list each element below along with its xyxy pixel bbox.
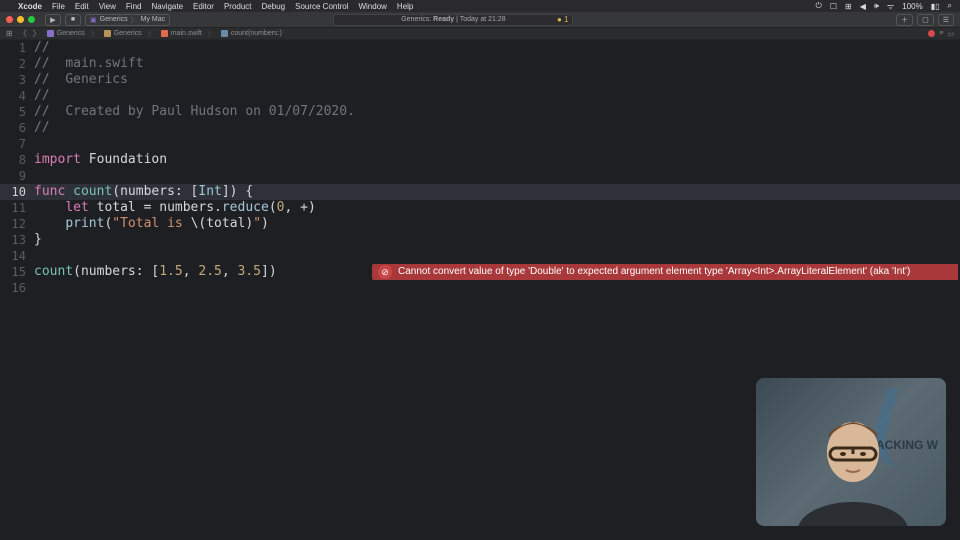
status-icon-2: ☐ (830, 2, 837, 11)
inspectors-button[interactable]: ☰ (938, 14, 954, 26)
menu-view[interactable]: View (99, 2, 116, 11)
crumb-folder[interactable]: Generics (104, 30, 142, 37)
line-number: 10 (0, 184, 34, 200)
error-message: Cannot convert value of type 'Double' to… (398, 264, 910, 280)
menu-help[interactable]: Help (397, 2, 413, 11)
line-number: 2 (0, 56, 34, 72)
status-icon-3: ⊞ (845, 2, 852, 11)
crumb-symbol[interactable]: count(numbers:) (221, 30, 282, 37)
menu-edit[interactable]: Edit (75, 2, 89, 11)
line-number: 11 (0, 200, 34, 216)
xcode-toolbar: ▶ ■ ▣ Generics 〉 My Mac Generics: Ready … (0, 12, 960, 28)
swift-file-icon (161, 30, 168, 37)
source-editor[interactable]: 1// 2// main.swift 3// Generics 4// 5// … (0, 40, 960, 296)
error-icon: ⊘ (378, 265, 392, 279)
line-number: 14 (0, 248, 34, 264)
window-controls[interactable] (6, 16, 35, 23)
library-button[interactable]: ▢ (917, 14, 934, 26)
volume-icon[interactable]: 🕪 (874, 1, 879, 11)
close-icon[interactable] (6, 16, 13, 23)
status-icon-4: ◀ (860, 2, 866, 11)
line-number: 8 (0, 152, 34, 168)
activity-status[interactable]: Generics: Ready | Today at 21:28 ● 1 (333, 14, 573, 26)
wifi-icon[interactable]: ᯤ (887, 1, 894, 12)
app-name[interactable]: Xcode (18, 2, 42, 11)
jump-bar: ⊞ 〈 〉 Generics〉 Generics〉 main.swift〉 co… (0, 28, 960, 40)
status-text-suffix: | Today at 21:28 (456, 16, 506, 23)
line-number: 16 (0, 280, 34, 296)
macos-menubar: Xcode File Edit View Find Navigate Edito… (0, 0, 960, 12)
line-number: 4 (0, 88, 34, 104)
back-button[interactable]: 〈 (19, 28, 27, 39)
scheme-selector[interactable]: ▣ Generics 〉 My Mac (85, 14, 170, 26)
presenter-figure (788, 400, 918, 526)
menu-navigate[interactable]: Navigate (151, 2, 183, 11)
line-number: 13 (0, 232, 34, 248)
menu-source-control[interactable]: Source Control (295, 2, 348, 11)
menu-find[interactable]: Find (126, 2, 142, 11)
inline-error-banner[interactable]: ⊘ Cannot convert value of type 'Double' … (372, 264, 958, 280)
status-text-bold: Ready (433, 16, 454, 23)
battery-pct: 100% (902, 2, 922, 11)
destination-label: My Mac (141, 16, 166, 23)
menu-debug[interactable]: Debug (262, 2, 286, 11)
status-icon-1: ⏻ (816, 1, 822, 11)
scheme-label: Generics (100, 16, 128, 23)
line-number: 3 (0, 72, 34, 88)
menu-product[interactable]: Product (224, 2, 252, 11)
folder-icon (104, 30, 111, 37)
add-button[interactable]: ＋ (896, 14, 913, 26)
battery-icon: ▮▯ (931, 2, 940, 11)
forward-button[interactable]: 〉 (33, 28, 41, 39)
line-number: 15 (0, 264, 34, 280)
menu-file[interactable]: File (52, 2, 65, 11)
crumb-file[interactable]: main.swift (161, 30, 202, 37)
line-number: 7 (0, 136, 34, 152)
line-number: 12 (0, 216, 34, 232)
search-icon[interactable]: ⌕ (948, 1, 952, 11)
line-number: 5 (0, 104, 34, 120)
menu-window[interactable]: Window (358, 2, 386, 11)
line-number: 1 (0, 40, 34, 56)
menu-editor[interactable]: Editor (193, 2, 214, 11)
run-button[interactable]: ▶ (45, 14, 61, 26)
editor-options-icon[interactable]: ▭ (947, 30, 954, 38)
nav-toggle-icon[interactable]: ⊞ (6, 29, 13, 38)
webcam-overlay: HACKING W (756, 378, 946, 526)
status-text-prefix: Generics: (401, 16, 431, 23)
crumb-project[interactable]: Generics (47, 30, 85, 37)
line-number: 6 (0, 120, 34, 136)
minimap-icon[interactable]: ≡ (939, 30, 943, 37)
function-icon (221, 30, 228, 37)
error-indicator[interactable]: ● 1 (557, 15, 569, 24)
stop-button[interactable]: ■ (65, 14, 81, 26)
line-number: 9 (0, 168, 34, 184)
zoom-icon[interactable] (28, 16, 35, 23)
code-text: // (34, 40, 50, 56)
error-badge[interactable] (928, 30, 935, 37)
minimize-icon[interactable] (17, 16, 24, 23)
project-icon (47, 30, 54, 37)
